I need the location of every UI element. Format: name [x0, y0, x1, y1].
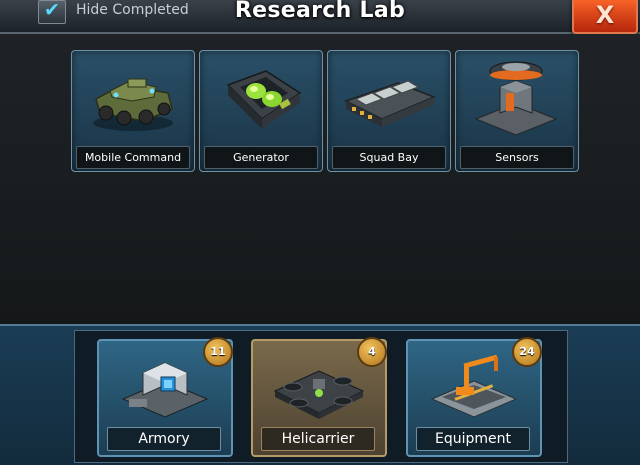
- title-bar: ✔ Hide Completed Research Lab X: [0, 0, 640, 34]
- research-item-generator[interactable]: Generator: [199, 50, 323, 172]
- page-title: Research Lab: [234, 0, 406, 23]
- equipment-crane-icon: [430, 354, 518, 418]
- tab-label: Armory: [107, 427, 221, 451]
- tab-armory[interactable]: 11 Armory: [97, 337, 233, 457]
- research-item-sensors[interactable]: Sensors: [455, 50, 579, 172]
- armory-icon: [121, 362, 209, 418]
- category-bar: 11 Armory 4 Helicarrier 24 Equipment: [0, 324, 640, 465]
- research-item-label: Sensors: [460, 146, 574, 169]
- equipment-count-badge: 24: [512, 337, 542, 367]
- armory-count-badge: 11: [203, 337, 233, 367]
- generator-icon: [226, 70, 302, 129]
- research-item-mobile-command[interactable]: Mobile Command: [71, 50, 195, 172]
- close-icon: X: [595, 1, 615, 29]
- research-item-label: Generator: [204, 146, 318, 169]
- research-panel: Mobile Command Generator Squad Bay Senso…: [0, 34, 640, 324]
- tab-helicarrier[interactable]: 4 Helicarrier: [251, 337, 387, 457]
- tab-label: Equipment: [416, 427, 530, 451]
- research-item-label: Mobile Command: [76, 146, 190, 169]
- category-frame: 11 Armory 4 Helicarrier 24 Equipment: [74, 330, 568, 463]
- research-item-label: Squad Bay: [332, 146, 446, 169]
- squad-bay-icon: [344, 80, 436, 127]
- mobile-command-vehicle-icon: [93, 78, 173, 131]
- helicarrier-count-badge: 4: [357, 337, 387, 367]
- helicarrier-icon: [273, 370, 365, 419]
- close-button[interactable]: X: [572, 0, 638, 34]
- tab-equipment[interactable]: 24 Equipment: [406, 337, 542, 457]
- research-item-squad-bay[interactable]: Squad Bay: [327, 50, 451, 172]
- tab-label: Helicarrier: [261, 427, 375, 451]
- sensors-tower-icon: [474, 61, 558, 136]
